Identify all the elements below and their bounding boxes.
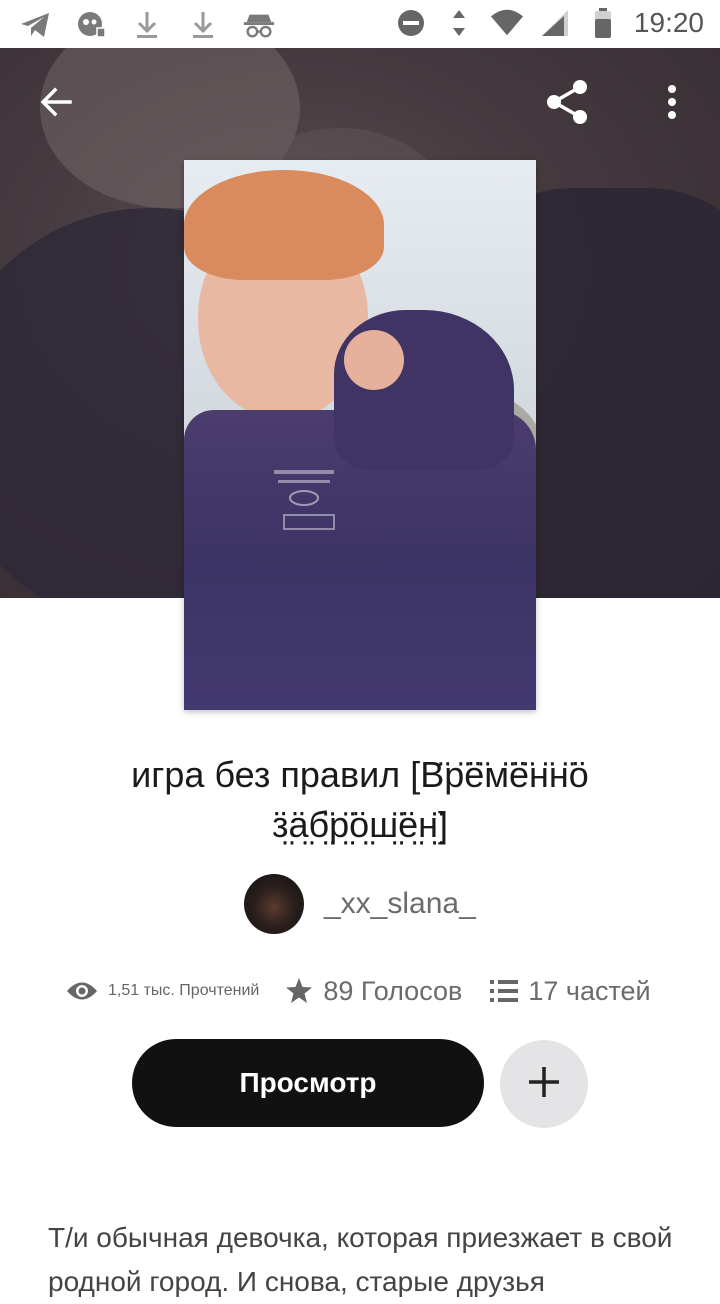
download-icon xyxy=(186,8,220,42)
arrow-left-icon xyxy=(38,84,74,125)
download-icon xyxy=(130,8,164,42)
votes-count: 89 Голосов xyxy=(323,975,463,1006)
story-description: Т/и обычная девочка, которая приезжает в… xyxy=(48,1222,673,1297)
story-stats: 1,51 тыс. Прочтений 89 Голосов 17 частей xyxy=(66,968,666,1014)
status-bar: 19:20 xyxy=(0,0,720,48)
story-title: игра без правил [В̈р̈ё̈м̈ё̈н̈н̈ӧ ӟ̤ӓ̤б̤̈… xyxy=(131,754,589,845)
votes-stat: 89 Голосов xyxy=(285,976,462,1007)
author-link[interactable]: _xx_slana_ xyxy=(244,874,476,934)
parts-count: 17 частей xyxy=(528,975,651,1006)
view-button[interactable]: Просмотр xyxy=(132,1039,484,1127)
signal-icon xyxy=(538,6,572,40)
add-to-library-button[interactable] xyxy=(500,1040,588,1128)
parts-stat: 17 частей xyxy=(490,975,651,1007)
list-icon xyxy=(490,979,519,1003)
more-vert-icon xyxy=(666,84,678,125)
reads-count: 1,51 тыс. Прочтений xyxy=(108,982,260,999)
plus-icon xyxy=(527,1065,561,1104)
status-bar-right: 19:20 xyxy=(394,6,704,40)
status-bar-left xyxy=(18,8,276,42)
reads-stat: 1,51 тыс. Прочтений xyxy=(66,980,259,1002)
mask-notification-icon xyxy=(74,8,108,42)
share-icon xyxy=(542,77,592,132)
star-icon xyxy=(285,977,313,1005)
battery-icon xyxy=(586,6,620,40)
clock: 19:20 xyxy=(633,7,704,38)
telegram-icon xyxy=(18,8,52,42)
story-cover-image xyxy=(184,160,536,710)
eye-icon xyxy=(66,980,98,1002)
back-button[interactable] xyxy=(26,74,86,134)
wifi-icon xyxy=(490,6,524,40)
more-options-button[interactable] xyxy=(642,74,702,134)
incognito-icon xyxy=(242,8,276,42)
share-button[interactable] xyxy=(537,74,597,134)
do-not-disturb-icon xyxy=(394,6,428,40)
author-name: _xx_slana_ xyxy=(324,887,476,920)
data-arrows-icon xyxy=(442,6,476,40)
author-avatar xyxy=(244,874,304,934)
